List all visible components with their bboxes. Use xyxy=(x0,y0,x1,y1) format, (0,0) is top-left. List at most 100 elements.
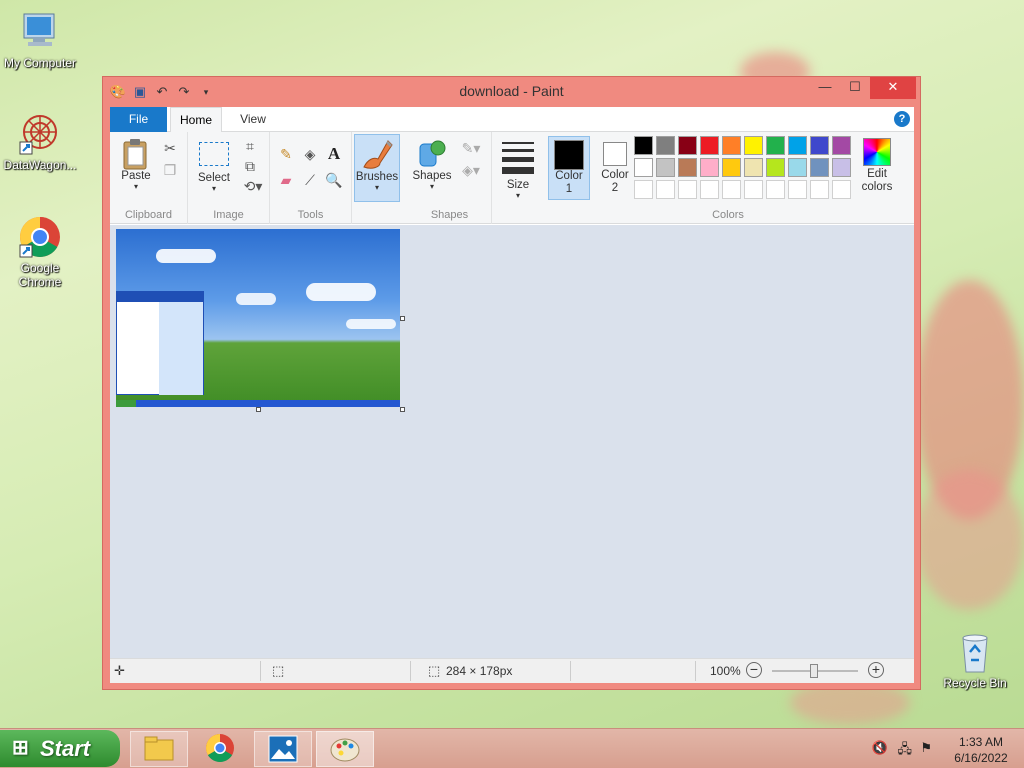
color-swatch[interactable] xyxy=(634,136,653,155)
image-group: Select ▾ ⌗ ⧉ ⟲▾ Image xyxy=(188,132,270,224)
color-swatch[interactable] xyxy=(832,136,851,155)
help-icon[interactable]: ? xyxy=(894,111,910,127)
color-swatch[interactable] xyxy=(722,158,741,177)
resize-handle-bottom[interactable] xyxy=(256,407,261,412)
start-label: Start xyxy=(40,736,91,761)
color-swatch[interactable] xyxy=(744,180,763,199)
cloud xyxy=(306,283,376,301)
image-canvas[interactable] xyxy=(116,229,400,407)
color-swatch[interactable] xyxy=(656,136,675,155)
pencil-icon[interactable]: ✎ xyxy=(276,144,296,164)
edit-colors-button[interactable]: Edit colors xyxy=(854,138,900,194)
color-swatch[interactable] xyxy=(744,136,763,155)
paint-icon xyxy=(330,738,360,762)
color-swatch[interactable] xyxy=(700,136,719,155)
color-swatch[interactable] xyxy=(722,136,741,155)
outline-icon[interactable]: ✎▾ xyxy=(458,138,484,158)
desktop-icon-recycle-bin[interactable]: Recycle Bin xyxy=(935,630,1015,690)
copy-icon[interactable]: ❐ xyxy=(160,160,180,180)
color-swatch[interactable] xyxy=(766,158,785,177)
cloud xyxy=(156,249,216,263)
color1-button[interactable]: Color 1 xyxy=(548,136,590,200)
crop-icon[interactable]: ⌗ xyxy=(240,136,260,156)
shapes-button[interactable]: Shapes ▾ xyxy=(412,138,452,191)
color-swatch[interactable] xyxy=(700,180,719,199)
zoom-slider[interactable] xyxy=(772,664,858,678)
start-button[interactable]: ⊞ Start xyxy=(0,730,120,767)
taskbar-chrome[interactable] xyxy=(192,731,250,767)
clock[interactable]: 1:33 AM 6/16/2022 xyxy=(946,734,1016,766)
color-swatch[interactable] xyxy=(832,180,851,199)
color-swatch[interactable] xyxy=(810,136,829,155)
desktop-icon-datawagon[interactable]: DataWagon... xyxy=(0,112,80,172)
volume-muted-icon[interactable]: 🔇 xyxy=(872,740,888,756)
eraser-icon[interactable]: ▰ xyxy=(276,170,296,190)
brushes-label: Brushes xyxy=(355,171,399,183)
taskbar-file-explorer[interactable] xyxy=(130,731,188,767)
paste-button[interactable]: Paste ▾ xyxy=(116,138,156,191)
color-swatch[interactable] xyxy=(656,180,675,199)
resize-icon[interactable]: ⧉ xyxy=(240,156,260,176)
ribbon: Paste ▾ ✂ ❐ Clipboard Select ▾ ⌗ ⧉ ⟲▾ Im… xyxy=(110,132,914,224)
rotate-icon[interactable]: ⟲▾ xyxy=(240,176,266,196)
color-swatch[interactable] xyxy=(634,158,653,177)
cut-icon[interactable]: ✂ xyxy=(160,138,180,158)
color-swatch[interactable] xyxy=(788,180,807,199)
color-swatch[interactable] xyxy=(700,158,719,177)
network-icon[interactable]: 🖧 xyxy=(898,740,913,762)
color-swatch[interactable] xyxy=(788,136,807,155)
close-button[interactable]: ✕ xyxy=(870,77,916,99)
color-swatch[interactable] xyxy=(678,158,697,177)
title-bar[interactable]: 🎨 ▣ ↶ ↷ ▾ download - Paint — ☐ ✕ xyxy=(103,77,920,107)
color-swatch[interactable] xyxy=(656,158,675,177)
color-picker-icon[interactable]: ⟋ xyxy=(300,170,320,190)
clock-time: 1:33 AM xyxy=(958,735,1004,749)
folder-icon xyxy=(144,736,174,761)
color-swatch[interactable] xyxy=(766,136,785,155)
color-swatch[interactable] xyxy=(766,180,785,199)
start-menu-thumbnail xyxy=(116,291,204,395)
edit-colors-icon xyxy=(863,138,891,166)
tab-file[interactable]: File xyxy=(110,107,167,132)
canvas-area[interactable] xyxy=(110,225,914,658)
select-button[interactable]: Select ▾ xyxy=(194,142,234,193)
maximize-button[interactable]: ☐ xyxy=(840,77,870,99)
color-swatch[interactable] xyxy=(810,158,829,177)
taskbar-photos[interactable] xyxy=(254,731,312,767)
desktop-icon-google-chrome[interactable]: Google Chrome xyxy=(0,215,80,289)
windows-logo-icon: ⊞ xyxy=(12,737,29,759)
paste-label: Paste xyxy=(121,170,151,182)
color-swatch[interactable] xyxy=(678,136,697,155)
color-swatch[interactable] xyxy=(722,180,741,199)
brush-icon xyxy=(363,140,393,169)
tab-view[interactable]: View xyxy=(228,107,278,132)
zoom-out-button[interactable]: − xyxy=(746,662,762,678)
fill-icon[interactable]: ◈ xyxy=(300,144,320,164)
chrome-icon xyxy=(18,215,62,259)
color1-number: 1 xyxy=(565,183,573,195)
color-swatch[interactable] xyxy=(810,180,829,199)
size-button[interactable]: Size ▾ xyxy=(496,138,540,200)
color2-button[interactable]: Color 2 xyxy=(594,136,636,200)
zoom-in-button[interactable]: + xyxy=(868,662,884,678)
zoom-slider-thumb[interactable] xyxy=(810,664,818,678)
resize-handle-corner[interactable] xyxy=(400,407,405,412)
text-icon[interactable]: A xyxy=(324,144,344,164)
color-palette xyxy=(634,136,856,202)
taskbar-paint[interactable] xyxy=(316,731,374,767)
minimize-button[interactable]: — xyxy=(810,77,840,99)
color-swatch[interactable] xyxy=(634,180,653,199)
color-swatch[interactable] xyxy=(832,158,851,177)
magnifier-icon[interactable]: 🔍 xyxy=(324,170,344,190)
color-swatch[interactable] xyxy=(678,180,697,199)
edit-colors-label-2: colors xyxy=(861,181,893,193)
color-swatch[interactable] xyxy=(788,158,807,177)
action-center-icon[interactable]: ⚑ xyxy=(920,740,932,756)
resize-handle-right[interactable] xyxy=(400,316,405,321)
brushes-button[interactable]: Brushes ▾ xyxy=(354,134,400,202)
desktop-icon-my-computer[interactable]: My Computer xyxy=(0,10,80,70)
cursor-position-icon: ✛ xyxy=(114,663,125,678)
color-swatch[interactable] xyxy=(744,158,763,177)
fill-style-icon[interactable]: ◈▾ xyxy=(458,160,484,180)
tab-home[interactable]: Home xyxy=(170,107,222,133)
